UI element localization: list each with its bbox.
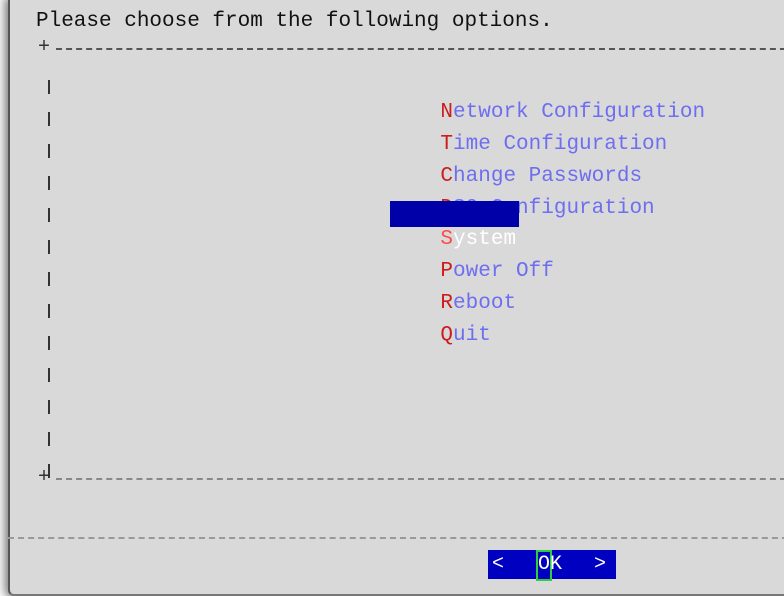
menu-item-quit[interactable]: Quit [390,297,490,347]
menu-item-change-passwords[interactable]: Change Passwords [390,138,642,188]
ok-button-right-bracket: > [594,553,607,576]
menu-item-power-off[interactable]: Power Off [390,233,553,283]
menu-item-hotkey: Q [440,324,454,347]
menu-item-system[interactable]: System [390,201,520,251]
menu-box-top-border [56,48,784,50]
menu-item-time-configuration[interactable]: Time Configuration [390,106,667,156]
menu-item-reboot[interactable]: Reboot [390,265,516,315]
terminal-screen: Please choose from the following options… [0,0,784,596]
dialog-prompt: Please choose from the following options… [36,10,553,33]
ok-button[interactable]: < OK > [488,550,616,581]
menu-item-label: uit [453,324,491,347]
menu-box-corner-bottom: + [38,466,51,489]
menu-box-corner-top: + [38,36,51,59]
menu-box-bottom-border [56,478,784,480]
ok-button-left-bracket: < [492,553,505,576]
menu-box-left-border [44,70,56,485]
button-area-separator [8,537,784,539]
menu-item-ds9-configuration[interactable]: DS9 Configuration [390,170,654,220]
menu-item-network-configuration[interactable]: Network Configuration [390,74,705,124]
ok-button-label: OK [538,553,563,576]
